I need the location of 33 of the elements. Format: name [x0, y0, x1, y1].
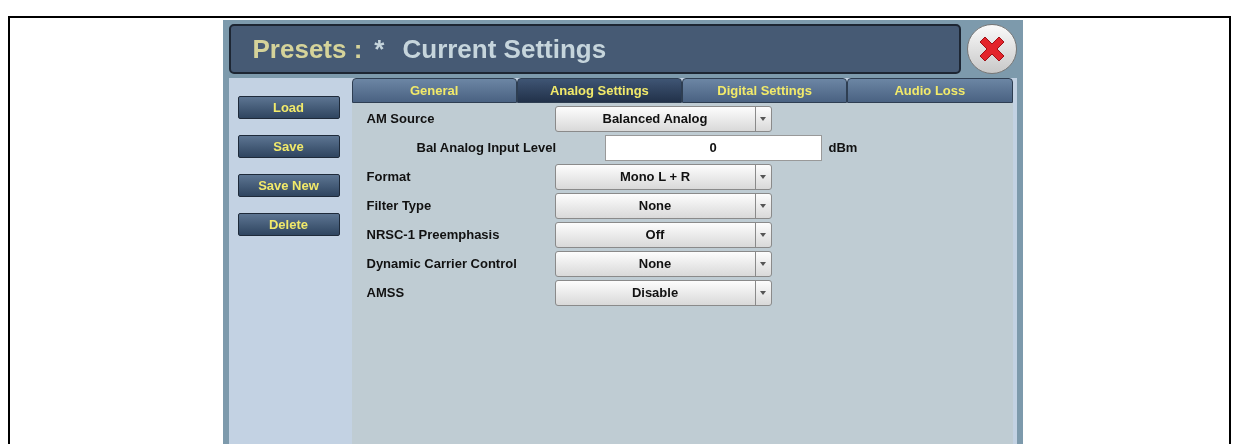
- action-button[interactable]: Load: [237, 96, 340, 119]
- caret-icon: [760, 203, 766, 208]
- dropdown[interactable]: Off: [554, 221, 772, 248]
- caret-icon: [760, 261, 766, 266]
- dropdown[interactable]: Balanced Analog: [554, 105, 772, 132]
- tab[interactable]: Digital Settings: [682, 78, 848, 103]
- field-label: Bal Analog Input Level: [415, 138, 558, 157]
- field-label: Format: [366, 167, 412, 186]
- caret-icon: [760, 174, 766, 179]
- caret-icon: [760, 232, 766, 237]
- title-marker: *: [374, 32, 385, 66]
- dropdown[interactable]: Disable: [554, 279, 772, 306]
- action-button[interactable]: Save: [237, 135, 340, 158]
- window-title: Current Settings: [402, 32, 607, 66]
- caret-icon: [760, 116, 766, 121]
- action-button[interactable]: Save New: [237, 174, 340, 197]
- field-label: AMSS: [366, 283, 406, 302]
- close-button[interactable]: [966, 24, 1017, 74]
- dropdown[interactable]: None: [554, 192, 772, 219]
- tab[interactable]: Analog Settings: [516, 78, 682, 103]
- field-label: Filter Type: [366, 196, 433, 215]
- tab[interactable]: General: [351, 78, 517, 103]
- tab[interactable]: Audio Loss: [847, 78, 1013, 103]
- input-field[interactable]: 0: [604, 134, 822, 161]
- caret-icon: [760, 290, 766, 295]
- dropdown[interactable]: None: [554, 250, 772, 277]
- unit-label: dBm: [828, 138, 858, 157]
- field-label: AM Source: [366, 109, 436, 128]
- dropdown[interactable]: Mono L + R: [554, 163, 772, 190]
- field-label: NRSC-1 Preemphasis: [366, 225, 501, 244]
- action-button[interactable]: Delete: [237, 213, 340, 236]
- title-prefix: Presets :: [252, 32, 363, 66]
- field-label: Dynamic Carrier Control: [366, 254, 518, 273]
